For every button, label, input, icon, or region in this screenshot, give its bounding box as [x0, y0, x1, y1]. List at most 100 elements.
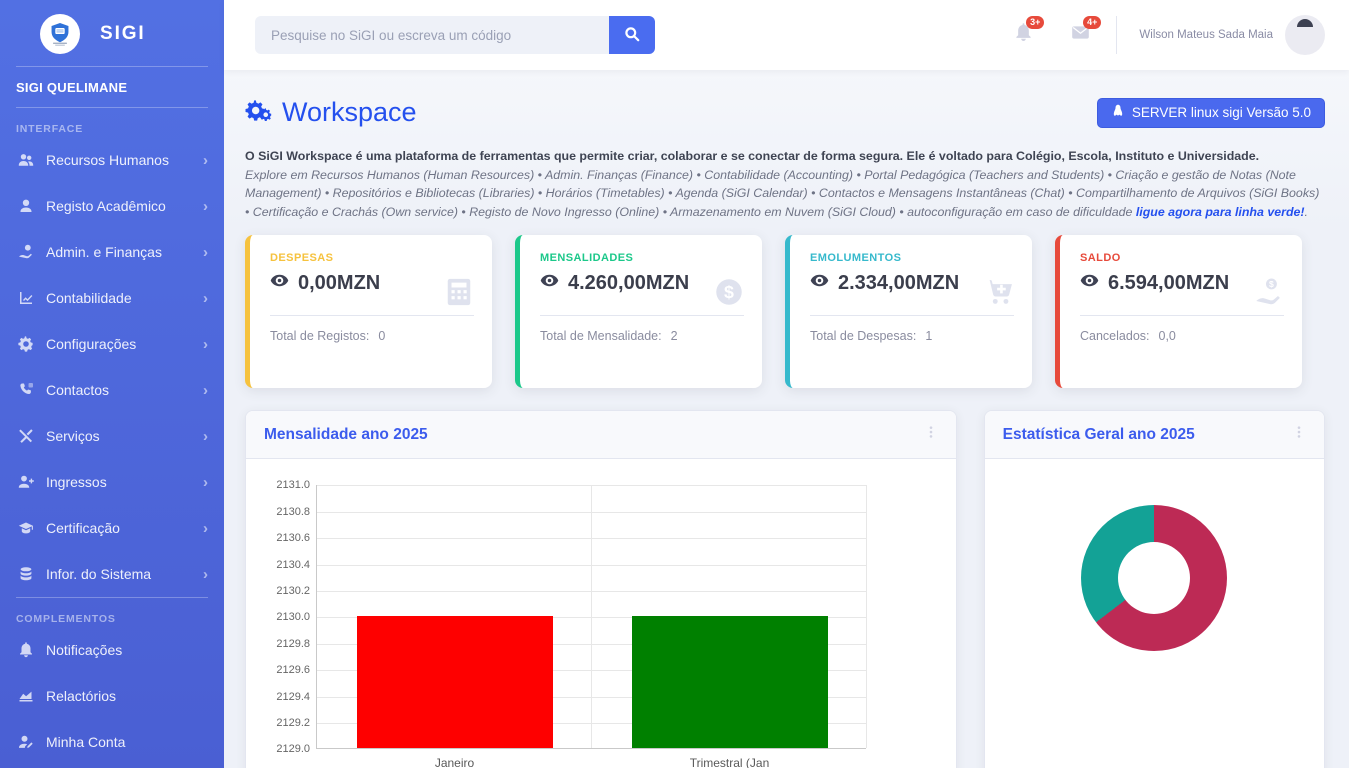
- bar-chart-card: Mensalidade ano 2025 2131.02130.82130.62…: [245, 410, 957, 768]
- charts-row: Mensalidade ano 2025 2131.02130.82130.62…: [245, 410, 1325, 768]
- sidebar-item-contabilidade[interactable]: Contabilidade ›: [0, 275, 224, 321]
- sidebar-item-minha-conta[interactable]: Minha Conta: [0, 719, 224, 765]
- chart-area-icon: [16, 688, 36, 704]
- gridline: [591, 485, 592, 748]
- stat-card-footer: Total de Despesas:1: [810, 329, 1014, 343]
- sidebar-item-registo-acad-mico[interactable]: Registo Acadêmico ›: [0, 183, 224, 229]
- brand-link[interactable]: SIGI: [0, 0, 224, 66]
- stat-card-footer: Total de Mensalidade:2: [540, 329, 744, 343]
- stat-card-label: EMOLUMENTOS: [810, 252, 1014, 264]
- sidebar-item-label: Infor. do Sistema: [46, 566, 151, 582]
- stat-card-emolumentos: EMOLUMENTOS 2.334,00MZN Total de Despesa…: [785, 235, 1032, 388]
- sidebar-nav: INTERFACE Recursos Humanos › Registo Aca…: [0, 107, 224, 765]
- stat-card-footer: Cancelados:0,0: [1080, 329, 1284, 343]
- sidebar-item-servi-os[interactable]: Serviços ›: [0, 413, 224, 459]
- sidebar-item-infor-do-sistema[interactable]: Infor. do Sistema ›: [0, 551, 224, 597]
- sidebar-item-admin-e-finan-as[interactable]: Admin. e Finanças ›: [0, 229, 224, 275]
- intro-paragraph: O SiGI Workspace é uma plataforma de fer…: [245, 147, 1325, 221]
- y-axis-tick-label: 2130.2: [276, 585, 310, 597]
- green-line-link[interactable]: ligue agora para linha verde!: [1136, 205, 1305, 219]
- chevron-right-icon: ›: [203, 290, 208, 307]
- sidebar-item-relact-rios[interactable]: Relactórios: [0, 673, 224, 719]
- notifications-button[interactable]: 3+: [1014, 23, 1033, 47]
- eye-icon[interactable]: [540, 271, 559, 295]
- donut-chart-body: [985, 459, 1324, 768]
- sidebar-item-label: Relactórios: [46, 688, 116, 704]
- stat-card-divider: [810, 315, 1014, 316]
- svg-text:$: $: [1269, 279, 1274, 289]
- chevron-right-icon: ›: [203, 382, 208, 399]
- donut-chart-menu-button[interactable]: [1292, 424, 1306, 445]
- sidebar-item-label: Contactos: [46, 382, 109, 398]
- sidebar-item-configura-es[interactable]: Configurações ›: [0, 321, 224, 367]
- stat-card-saldo: SALDO 6.594,00MZN $ Cancelados:0,0: [1055, 235, 1302, 388]
- hand-dollar-icon: $: [1254, 277, 1284, 312]
- eye-icon[interactable]: [270, 271, 289, 295]
- y-axis-tick-label: 2129.4: [276, 691, 310, 703]
- sidebar-section-label: INTERFACE: [0, 108, 224, 137]
- cart-plus-icon: [984, 277, 1014, 312]
- sidebar-item-label: Notificações: [46, 642, 122, 658]
- topbar-divider: [1116, 16, 1117, 54]
- hand-coin-icon: [16, 244, 36, 260]
- cogs-icon: [245, 94, 282, 131]
- notifications-badge: 3+: [1026, 16, 1044, 29]
- database-icon: [16, 566, 36, 582]
- bar-chart-menu-button[interactable]: [924, 424, 938, 445]
- user-plus-icon: [16, 474, 36, 490]
- sidebar-item-label: Configurações: [46, 336, 136, 352]
- topbar-right: 3+ 4+ Wilson Mateus Sada Maia: [976, 15, 1325, 55]
- user-avatar[interactable]: [1285, 15, 1325, 55]
- eye-icon[interactable]: [1080, 271, 1099, 295]
- sidebar-item-recursos-humanos[interactable]: Recursos Humanos ›: [0, 137, 224, 183]
- chevron-right-icon: ›: [203, 244, 208, 261]
- user-pen-icon: [16, 734, 36, 750]
- y-axis-tick-label: 2129.8: [276, 638, 310, 650]
- sidebar-item-ingressos[interactable]: Ingressos ›: [0, 459, 224, 505]
- heading-row: Workspace SERVER linux sigi Versão 5.0: [245, 94, 1325, 131]
- stat-card-label: MENSALIDADES: [540, 252, 744, 264]
- stat-card-mensalidades: MENSALIDADES 4.260,00MZN $ Total de Mens…: [515, 235, 762, 388]
- x-axis-tick-label: Janeiro: [435, 756, 474, 768]
- sidebar-item-certifica-o[interactable]: Certificação ›: [0, 505, 224, 551]
- y-axis-tick-label: 2130.4: [276, 559, 310, 571]
- svg-text:$: $: [724, 282, 734, 302]
- y-axis-tick-label: 2131.0: [276, 479, 310, 491]
- stat-card-value: 0,00MZN: [298, 272, 380, 295]
- x-axis-tick-label: Trimestral (Jan: [690, 756, 770, 768]
- chevron-right-icon: ›: [203, 566, 208, 583]
- sidebar-item-notifica-es[interactable]: Notificações: [0, 627, 224, 673]
- messages-button[interactable]: 4+: [1071, 23, 1090, 47]
- eye-icon[interactable]: [810, 271, 829, 295]
- user-name[interactable]: Wilson Mateus Sada Maia: [1139, 29, 1273, 41]
- search-button[interactable]: [609, 16, 655, 54]
- stat-card-divider: [540, 315, 744, 316]
- envelope-icon: [1071, 29, 1090, 46]
- dots-vertical-icon: [1292, 427, 1306, 444]
- y-axis-tick-label: 2129.6: [276, 664, 310, 676]
- search-input[interactable]: [255, 16, 609, 54]
- donut-chart-header: Estatística Geral ano 2025: [985, 411, 1324, 459]
- linux-penguin-icon: [1111, 104, 1132, 121]
- stat-cards-row: DESPESAS 0,00MZN Total de Registos:0 MEN…: [245, 235, 1325, 388]
- phone-icon: [16, 382, 36, 398]
- server-version-button[interactable]: SERVER linux sigi Versão 5.0: [1097, 98, 1325, 128]
- school-name: SIGI QUELIMANE: [0, 67, 224, 107]
- search-icon: [624, 26, 640, 45]
- stat-card-divider: [270, 315, 474, 316]
- dots-vertical-icon: [924, 427, 938, 444]
- chevron-right-icon: ›: [203, 474, 208, 491]
- stat-card-label: DESPESAS: [270, 252, 474, 264]
- chevron-right-icon: ›: [203, 198, 208, 215]
- bar-chart-plot: 2131.02130.82130.62130.42130.22130.02129…: [316, 485, 866, 749]
- sidebar-item-label: Minha Conta: [46, 734, 125, 750]
- calculator-icon: [444, 277, 474, 312]
- topbar: 3+ 4+ Wilson Mateus Sada Maia: [224, 0, 1349, 70]
- bell-icon: [16, 642, 36, 658]
- sidebar-item-label: Registo Acadêmico: [46, 198, 166, 214]
- bell-icon: [1014, 29, 1033, 46]
- sidebar-item-contactos[interactable]: Contactos ›: [0, 367, 224, 413]
- donut-hole: [1118, 542, 1190, 614]
- gear-icon: [16, 336, 36, 352]
- stat-card-value: 2.334,00MZN: [838, 272, 959, 295]
